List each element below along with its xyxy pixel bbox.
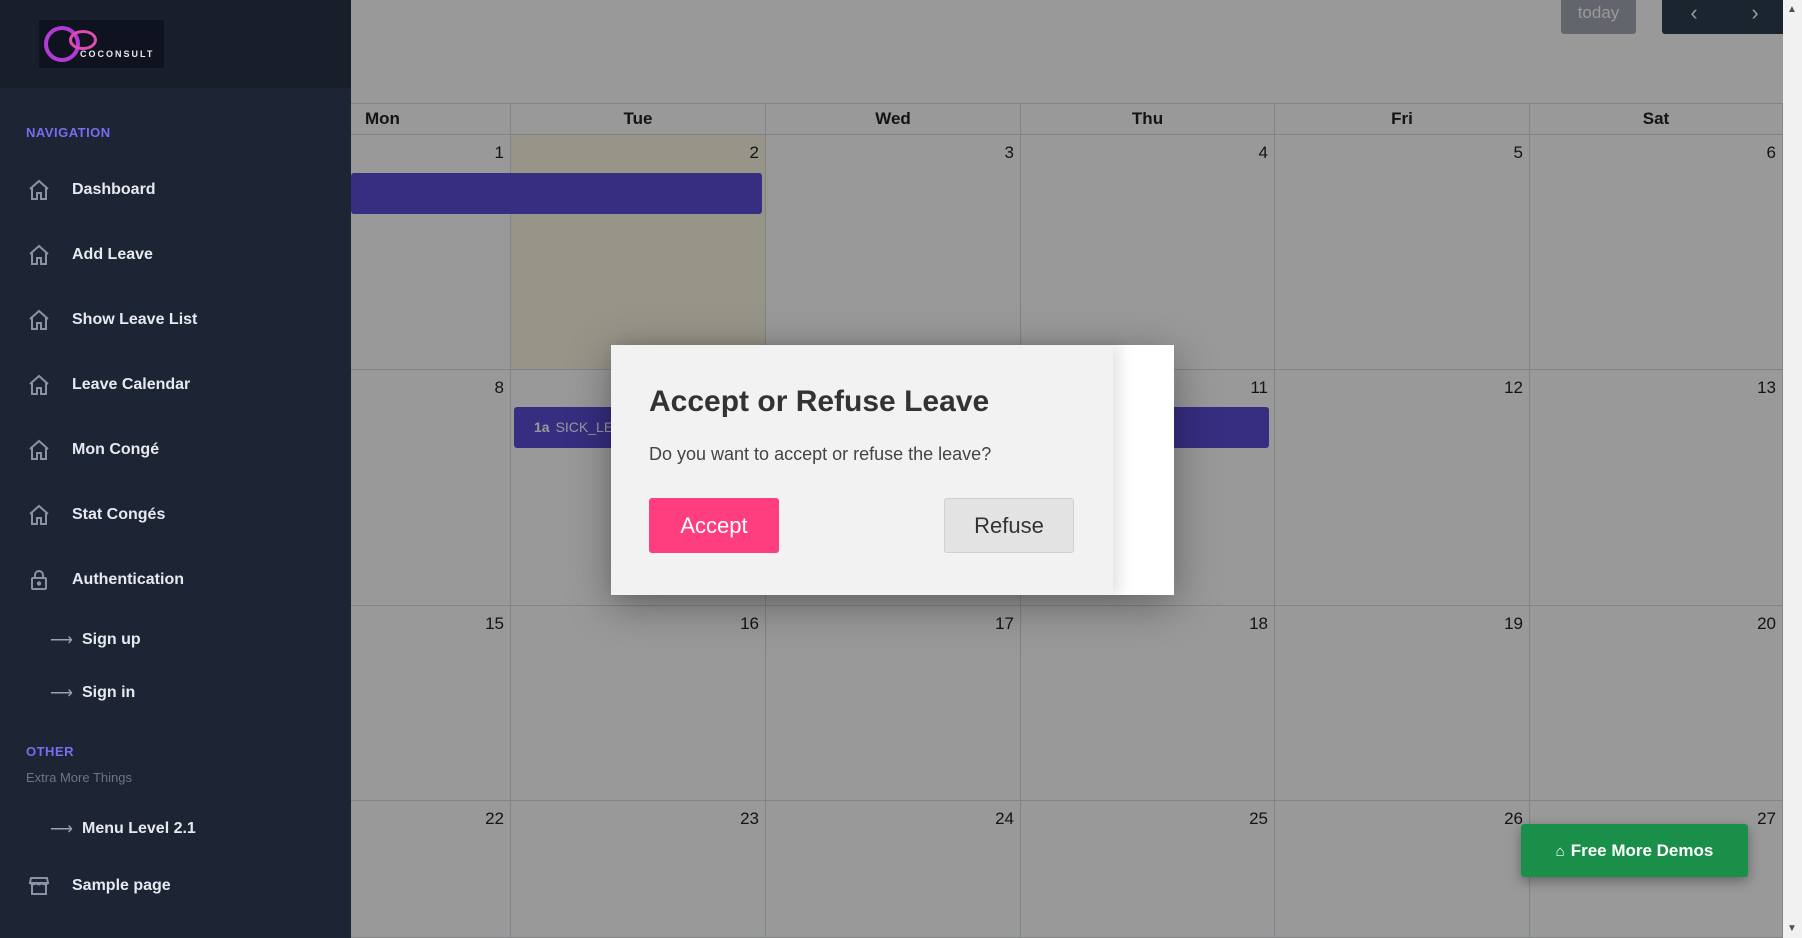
sidebar-item-sample-page[interactable]: Sample page (0, 864, 351, 908)
modal-title: Accept or Refuse Leave (649, 385, 990, 418)
home-icon (29, 374, 49, 395)
sidebar-item-label: Leave Calendar (72, 376, 191, 393)
free-more-demos-label: Free More Demos (1570, 841, 1714, 860)
sidebar-item-leave-calendar[interactable]: Leave Calendar (0, 363, 351, 407)
accept-button[interactable]: Accept (649, 498, 779, 553)
refuse-button[interactable]: Refuse (944, 498, 1074, 553)
page-scrollbar[interactable]: ▲ ▼ (1783, 0, 1802, 938)
sidebar-item-stat-conges[interactable]: Stat Congés (0, 493, 351, 537)
sidebar-item-label: Mon Congé (72, 441, 160, 458)
section-title-other: OTHER (26, 744, 74, 759)
section-subtitle-other: Extra More Things (26, 770, 132, 785)
sidebar-item-mon-conge[interactable]: Mon Congé (0, 428, 351, 472)
sidebar-item-add-leave[interactable]: Add Leave (0, 233, 351, 277)
sidebar-subitem-menu-level[interactable]: ⟶ Menu Level 2.1 (0, 809, 351, 849)
sidebar-subitem-label: Sign in (82, 684, 136, 701)
sidebar-item-label: Show Leave List (72, 311, 198, 328)
home-icon: ⌂ (1555, 843, 1565, 860)
section-title-navigation: NAVIGATION (26, 125, 111, 140)
logo-text: COCONSULT (80, 49, 155, 59)
sidebar-item-dashboard[interactable]: Dashboard (0, 168, 351, 212)
sidebar-item-label: Sample page (72, 877, 171, 894)
modal-text: Do you want to accept or refuse the leav… (649, 444, 992, 464)
sidebar-item-label: Add Leave (72, 246, 153, 263)
sidebar-item-show-leave-list[interactable]: Show Leave List (0, 298, 351, 342)
home-icon (29, 309, 49, 330)
logo-ring-secondary (69, 30, 97, 50)
modal-panel: Accept or Refuse Leave Do you want to ac… (611, 345, 1113, 595)
sidebar-item-label: Dashboard (72, 181, 156, 198)
sidebar-item-authentication[interactable]: Authentication (0, 558, 351, 602)
leave-decision-modal: Accept or Refuse Leave Do you want to ac… (611, 345, 1174, 595)
free-more-demos-button[interactable]: ⌂ Free More Demos (1521, 824, 1748, 877)
scroll-up-icon[interactable]: ▲ (1787, 4, 1797, 15)
arrow-right-icon: ⟶ (50, 632, 73, 649)
home-icon (29, 179, 49, 200)
logo-area: COCONSULT (0, 0, 351, 88)
scroll-down-icon[interactable]: ▼ (1787, 923, 1797, 934)
home-icon (29, 504, 49, 525)
sidebar-subitem-label: Menu Level 2.1 (82, 820, 196, 837)
arrow-right-icon: ⟶ (50, 685, 73, 702)
sidebar-subitem-sign-up[interactable]: ⟶ Sign up (0, 620, 351, 660)
sidebar-subitem-sign-in[interactable]: ⟶ Sign in (0, 673, 351, 713)
home-icon (29, 244, 49, 265)
home-icon (29, 439, 49, 460)
arrow-right-icon: ⟶ (50, 821, 73, 838)
sidebar-subitem-label: Sign up (82, 631, 141, 648)
logo[interactable]: COCONSULT (39, 20, 164, 68)
lock-icon (31, 570, 47, 590)
store-icon (28, 877, 50, 895)
sidebar-item-label: Authentication (72, 571, 184, 588)
sidebar-item-label: Stat Congés (72, 506, 166, 523)
sidebar: COCONSULT NAVIGATION Dashboard Add Leave… (0, 0, 351, 938)
